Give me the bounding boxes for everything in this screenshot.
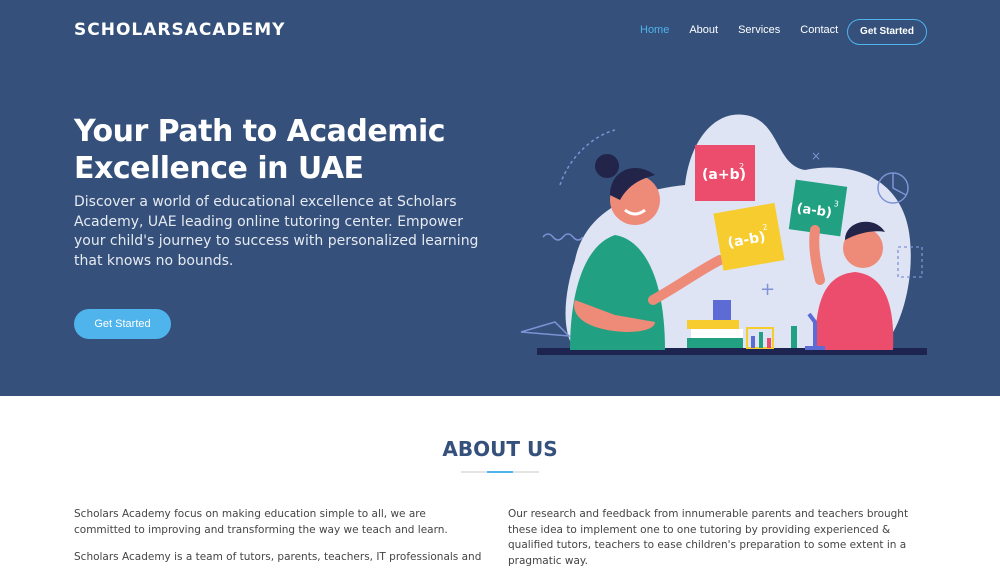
about-paragraph: Scholars Academy is a team of tutors, pa… bbox=[74, 551, 482, 563]
nav-about[interactable]: About bbox=[689, 24, 718, 36]
triangle-ruler-icon bbox=[520, 321, 571, 337]
nav-get-started-button[interactable]: Get Started bbox=[847, 19, 927, 45]
svg-text:×: × bbox=[811, 149, 821, 163]
svg-text:2: 2 bbox=[739, 162, 744, 171]
svg-text:+: + bbox=[760, 279, 775, 300]
about-title: ABOUT US bbox=[442, 437, 558, 461]
about-underline bbox=[461, 471, 539, 473]
about-paragraph: Our research and feedback from innumerab… bbox=[508, 508, 909, 567]
about-right-column: Our research and feedback from innumerab… bbox=[508, 507, 918, 581]
nav-contact[interactable]: Contact bbox=[800, 24, 838, 36]
card-a-plus-b-squared: (a+b) 2 bbox=[695, 145, 755, 201]
books-stack bbox=[687, 320, 743, 348]
hero-title: Your Path to Academic Excellence in UAE bbox=[74, 114, 446, 186]
pencil-cup bbox=[713, 300, 731, 320]
about-left-column: Scholars Academy focus on making educati… bbox=[74, 507, 484, 578]
card-a-minus-b-squared: (a-b) 2 bbox=[713, 202, 785, 271]
hero-section: SCHOLARSACADEMY Home About Services Cont… bbox=[0, 0, 1000, 396]
hero-illustration: + × (a+b) 2 (a-b) 2 (a-b) 3 bbox=[520, 114, 927, 355]
main-nav: Home About Services Contact bbox=[640, 24, 858, 36]
nav-home[interactable]: Home bbox=[640, 24, 669, 36]
nav-services[interactable]: Services bbox=[738, 24, 780, 36]
hero-get-started-button[interactable]: Get Started bbox=[74, 309, 171, 339]
hero-description: Discover a world of educational excellen… bbox=[74, 194, 479, 269]
about-paragraph: Scholars Academy focus on making educati… bbox=[74, 508, 448, 536]
brand-logo[interactable]: SCHOLARSACADEMY bbox=[74, 20, 285, 40]
wave-icon bbox=[542, 233, 584, 241]
